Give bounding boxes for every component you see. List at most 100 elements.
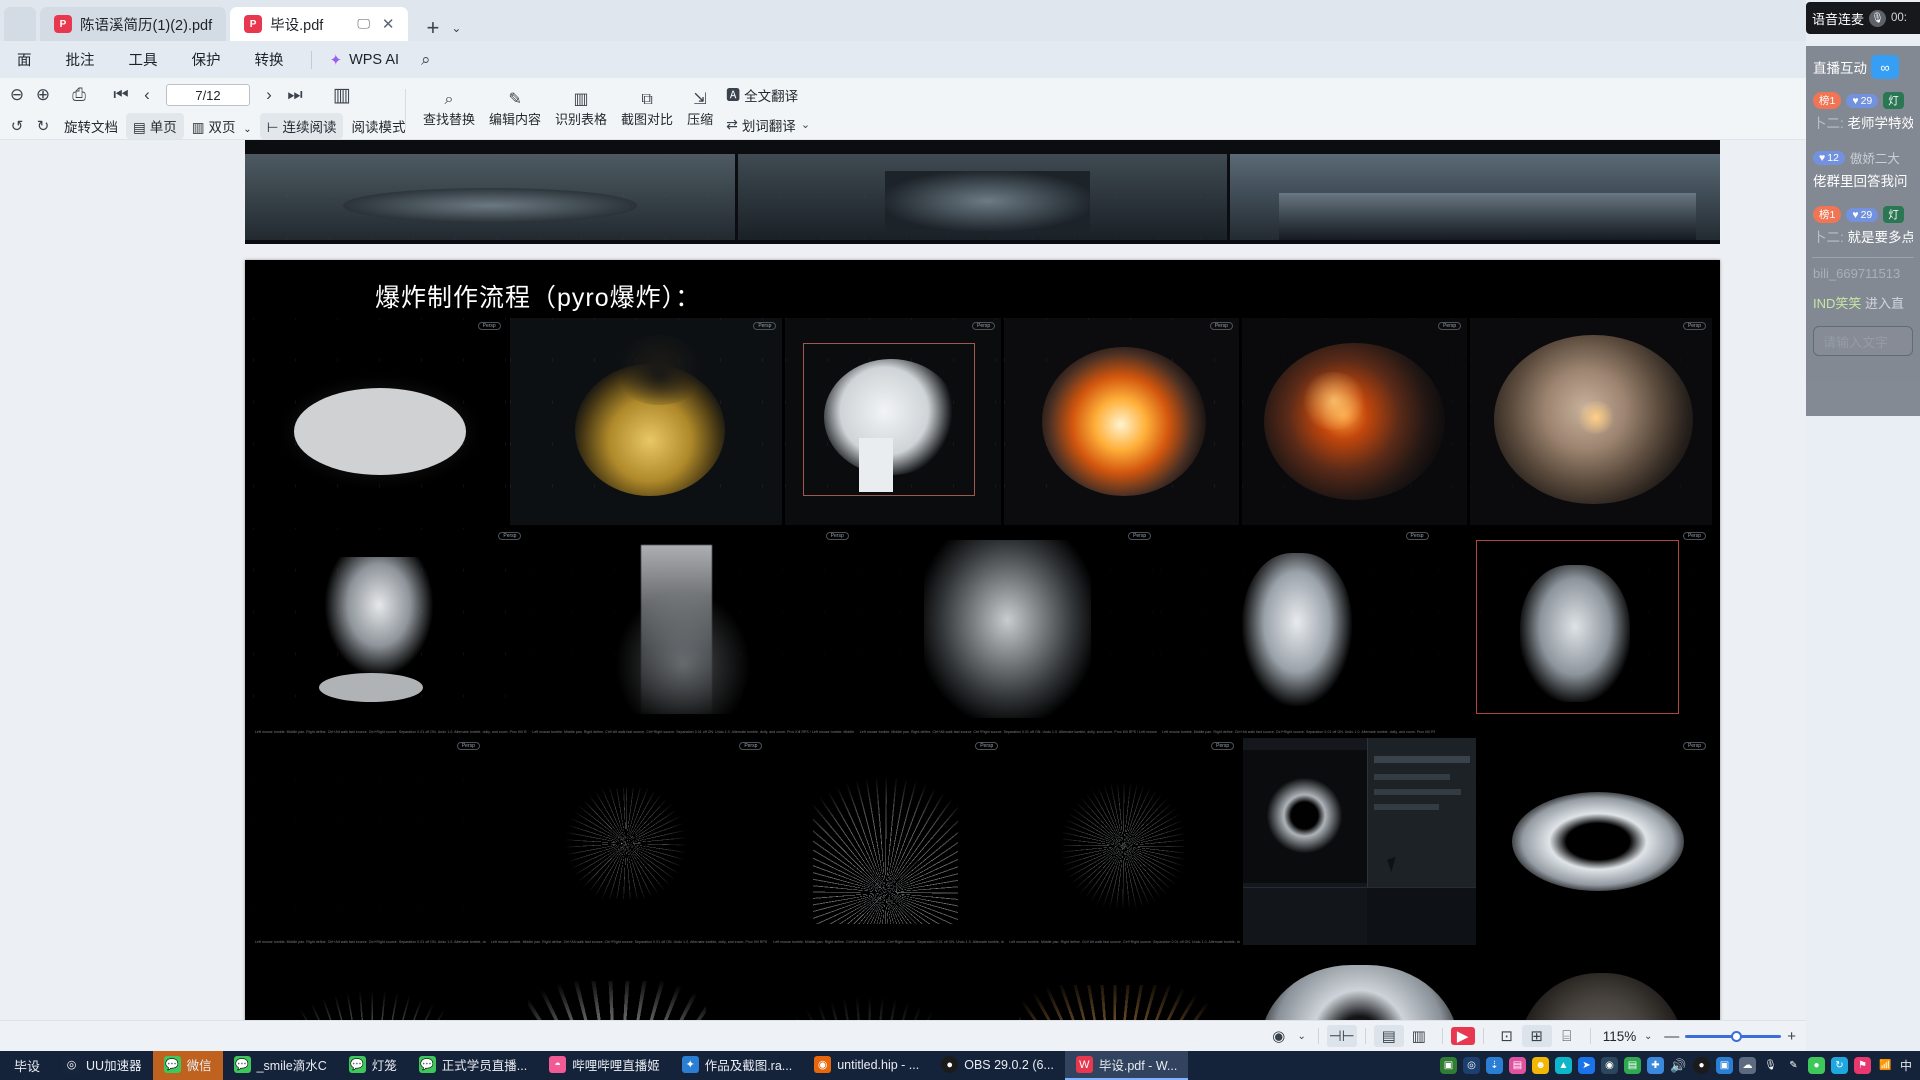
taskbar-item-houdini[interactable]: ◉ untitled.hip - ... bbox=[803, 1051, 930, 1080]
taskbar-item-bilibili-live[interactable]: ◓ 哔哩哔哩直播姬 bbox=[538, 1051, 671, 1080]
recognize-table-button[interactable]: ▥ 识别表格 bbox=[548, 91, 614, 128]
microphone-icon[interactable]: 🎙 bbox=[1869, 9, 1887, 27]
pdf-page[interactable]: 爆炸制作流程（pyro爆炸）： Persp Persp Persp Persp … bbox=[245, 260, 1720, 1020]
prev-page-icon[interactable]: ‹ bbox=[134, 82, 160, 108]
taskbar-item-uu[interactable]: ◎ UU加速器 bbox=[52, 1051, 153, 1080]
rotate-right-icon[interactable]: ↻ bbox=[30, 113, 56, 139]
rotate-doc-label[interactable]: 旋转文档 bbox=[56, 116, 126, 136]
zoom-slider[interactable]: — + bbox=[1664, 1028, 1796, 1045]
zoom-out-icon[interactable]: ⊖ bbox=[4, 82, 30, 108]
last-page-icon[interactable]: ⏭ bbox=[282, 82, 308, 108]
ime-indicator[interactable]: 中 bbox=[1900, 1057, 1912, 1074]
voice-chat-bar[interactable]: 语音连麦 🎙 00: bbox=[1806, 2, 1920, 34]
teal-app-icon[interactable]: ▲ bbox=[1554, 1057, 1572, 1074]
taskbar-item-obs[interactable]: ● OBS 29.0.2 (6... bbox=[930, 1051, 1065, 1080]
grid-cell-spark-burst-3 bbox=[744, 948, 993, 1020]
dual-page-icon[interactable]: ▥ bbox=[1404, 1025, 1434, 1047]
grid-cell-white-smoke-box: Persp bbox=[785, 318, 1002, 525]
cloud-icon[interactable]: ☁ bbox=[1738, 1057, 1756, 1074]
edit-content-button[interactable]: ✎ 编辑内容 bbox=[482, 91, 548, 128]
taskbar-item-wechat[interactable]: 💬 微信 bbox=[152, 1051, 223, 1080]
viewport-caption: Left mouse tumble. Middle pan. Right def… bbox=[859, 729, 1157, 734]
chevron-down-icon[interactable]: ⌄ bbox=[451, 21, 461, 35]
book-view-icon[interactable]: ▥ bbox=[328, 82, 356, 108]
taskbar-item-student-live[interactable]: 💬 正式学员直播... bbox=[408, 1051, 538, 1080]
microphone-icon[interactable]: 🎙 bbox=[1761, 1057, 1779, 1074]
close-icon[interactable]: ✕ bbox=[382, 15, 395, 33]
notes-icon[interactable]: ▤ bbox=[1623, 1057, 1641, 1074]
zoom-slider-track[interactable] bbox=[1685, 1030, 1782, 1042]
document-viewport[interactable]: 爆炸制作流程（pyro爆炸）： Persp Persp Persp Persp … bbox=[0, 140, 1806, 1020]
dual-page-button[interactable]: ▥ 双页 ⌄ bbox=[184, 116, 260, 136]
word-translate-label[interactable]: 划词翻译 bbox=[742, 115, 796, 135]
zoom-plus-button[interactable]: + bbox=[1787, 1028, 1796, 1045]
flag-icon[interactable]: ⚑ bbox=[1853, 1057, 1871, 1074]
taskbar-item-denglong[interactable]: 💬 灯笼 bbox=[338, 1051, 408, 1080]
rotate-left-icon[interactable]: ↺ bbox=[4, 113, 30, 139]
wifi-icon[interactable]: 📶 bbox=[1876, 1057, 1894, 1074]
rotate-page-icon[interactable]: ⎙ bbox=[66, 82, 92, 108]
bilibili-icon[interactable]: ∞ bbox=[1871, 55, 1899, 79]
menu-item-convert[interactable]: 转换 bbox=[238, 49, 301, 70]
actual-size-icon[interactable]: ⊞ bbox=[1521, 1025, 1552, 1047]
zoom-in-icon[interactable]: ⊕ bbox=[30, 82, 56, 108]
chat-text: 卜二: 老师学特效 bbox=[1813, 116, 1913, 131]
steam-icon[interactable]: ◉ bbox=[1600, 1057, 1618, 1074]
yellow-app-icon[interactable]: ☻ bbox=[1531, 1057, 1549, 1074]
wps-ai-button[interactable]: ✦ WPS AI bbox=[322, 51, 408, 69]
blue-app-icon[interactable]: ▣ bbox=[1715, 1057, 1733, 1074]
menu-item-annotate[interactable]: 批注 bbox=[49, 49, 112, 70]
translate-all-label[interactable]: 全文翻译 bbox=[744, 85, 798, 105]
green-app-icon[interactable]: ▣ bbox=[1439, 1057, 1457, 1074]
volume-icon[interactable]: 🔊 bbox=[1669, 1057, 1687, 1074]
fit-height-icon[interactable]: ⌸ bbox=[1552, 1025, 1582, 1047]
tab-bishe-pdf[interactable]: P 毕设.pdf 🖵 ✕ bbox=[230, 7, 409, 41]
obs-icon[interactable]: ● bbox=[1692, 1057, 1710, 1074]
new-tab-button[interactable]: + bbox=[426, 15, 439, 41]
next-page-icon[interactable]: › bbox=[256, 82, 282, 108]
uu-icon[interactable]: ◎ bbox=[1462, 1057, 1480, 1074]
tab-resume-pdf[interactable]: P 陈语溪简历(1)(2).pdf bbox=[40, 7, 227, 41]
zoom-minus-button[interactable]: — bbox=[1664, 1028, 1679, 1045]
single-page-button[interactable]: ▤ 单页 bbox=[126, 113, 184, 139]
chevron-down-icon[interactable]: ⌄ bbox=[1640, 1025, 1656, 1047]
chat-input[interactable]: 请输入文字 bbox=[1813, 326, 1913, 356]
chevron-down-icon[interactable]: ⌄ bbox=[801, 118, 810, 131]
grid-cell-voxel-column: Persp Left mouse tumble. Middle pan. Rig… bbox=[857, 528, 1158, 735]
green-dot-icon[interactable]: ● bbox=[1807, 1057, 1825, 1074]
menu-item-0[interactable]: 面 bbox=[0, 49, 49, 70]
read-mode-button[interactable]: 阅读模式 bbox=[343, 116, 413, 136]
menu-item-tools[interactable]: 工具 bbox=[112, 49, 175, 70]
pen-icon[interactable]: ✎ bbox=[1784, 1057, 1802, 1074]
download-icon[interactable]: ⇣ bbox=[1485, 1057, 1503, 1074]
fit-page-icon[interactable]: ⊡ bbox=[1492, 1025, 1522, 1047]
monitor-icon[interactable]: 🖵 bbox=[357, 16, 370, 32]
refresh-icon[interactable]: ↻ bbox=[1830, 1057, 1848, 1074]
fan-badge: 灯 bbox=[1883, 206, 1904, 223]
taskbar-item-winrar[interactable]: ✦ 作品及截图.ra... bbox=[671, 1051, 804, 1080]
taskbar-item-smile[interactable]: 💬 _smile滴水C bbox=[223, 1051, 338, 1080]
tools-icon[interactable]: ✚ bbox=[1646, 1057, 1664, 1074]
pink-app-icon[interactable]: ▤ bbox=[1508, 1057, 1526, 1074]
live-interaction-panel[interactable]: 直播互动 ∞ 榜1 ♥ 29 灯 卜二: 老师学特效 ♥ 12 傲娇二大 佬群里回答… bbox=[1806, 46, 1920, 416]
compress-button[interactable]: ⇲ 压缩 bbox=[680, 91, 720, 128]
ai-sparkle-icon: ✦ bbox=[329, 51, 343, 69]
taskbar-item-wps[interactable]: W 毕设.pdf - W... bbox=[1064, 1051, 1189, 1080]
continuous-read-button[interactable]: ⊢ 连续阅读 bbox=[259, 113, 344, 139]
fit-width-icon[interactable]: ⊣⊢ bbox=[1326, 1025, 1357, 1047]
play-icon[interactable]: ▶ bbox=[1450, 1027, 1475, 1045]
menu-item-protect[interactable]: 保护 bbox=[175, 49, 238, 70]
search-icon[interactable]: ⌕ bbox=[421, 50, 431, 70]
chevron-down-icon[interactable]: ⌄ bbox=[1294, 1025, 1310, 1047]
page-number-input[interactable]: 7/12 bbox=[166, 84, 250, 106]
status-divider bbox=[1441, 1028, 1443, 1044]
single-page-icon[interactable]: ▤ bbox=[1373, 1025, 1404, 1047]
zoom-slider-knob[interactable] bbox=[1731, 1030, 1743, 1042]
find-replace-button[interactable]: ⌕ 查找替换 bbox=[416, 91, 482, 128]
taskbar-start-label[interactable]: 毕设 bbox=[0, 1056, 52, 1075]
rocket-icon[interactable]: ➤ bbox=[1577, 1057, 1595, 1074]
first-page-icon[interactable]: ⏮ bbox=[108, 82, 134, 108]
eye-icon[interactable]: ◉ bbox=[1264, 1025, 1294, 1047]
grid-cell-spark-burst-1 bbox=[253, 948, 490, 1020]
screenshot-compare-button[interactable]: ⧉ 截图对比 bbox=[614, 91, 680, 128]
